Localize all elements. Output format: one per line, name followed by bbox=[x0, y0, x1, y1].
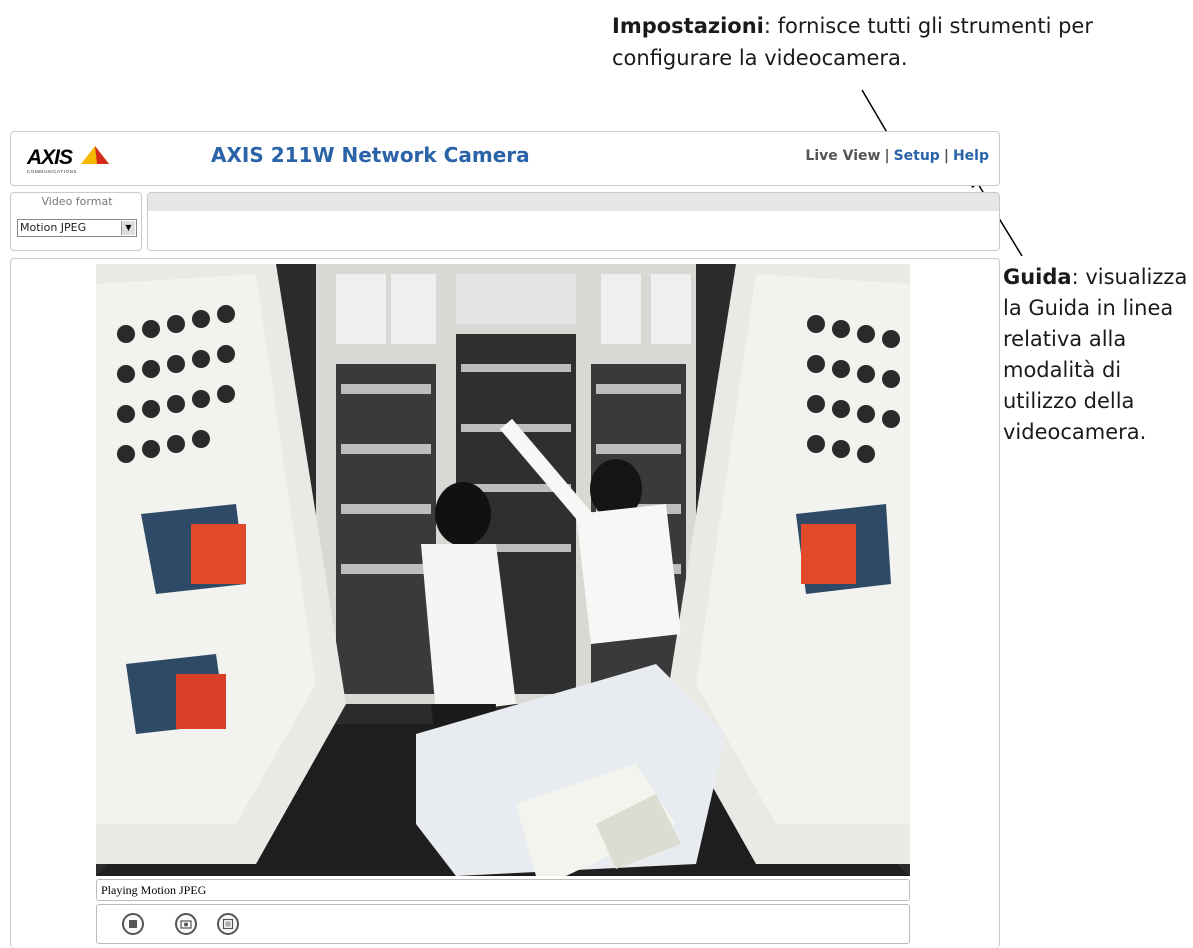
header-bar: AXIS COMMUNICATIONS AXIS 211W Network Ca… bbox=[10, 131, 1000, 186]
nav-separator: | bbox=[884, 148, 890, 164]
snapshot-icon[interactable] bbox=[175, 913, 197, 935]
video-format-label: Video format bbox=[41, 195, 113, 208]
logo-wordmark: AXIS bbox=[26, 146, 73, 169]
live-video-image bbox=[96, 264, 910, 876]
nav-setup-link[interactable]: Setup bbox=[894, 148, 940, 164]
player-status-bar: Playing Motion JPEG bbox=[96, 879, 910, 901]
nav-separator: | bbox=[943, 148, 949, 164]
video-format-value: Motion JPEG bbox=[20, 221, 87, 234]
video-format-panel: Video format Motion JPEG ▼ bbox=[10, 192, 142, 251]
top-nav: Live View | Setup | Help bbox=[805, 148, 989, 164]
logo-subtext: COMMUNICATIONS bbox=[27, 169, 77, 174]
player-controls bbox=[96, 904, 910, 944]
nav-help-link[interactable]: Help bbox=[953, 148, 989, 164]
stop-icon[interactable] bbox=[122, 913, 144, 935]
nav-live-view[interactable]: Live View bbox=[805, 148, 880, 164]
dropdown-arrow-icon[interactable]: ▼ bbox=[121, 221, 135, 235]
toolbar-panel bbox=[147, 192, 1000, 251]
page-title: AXIS 211W Network Camera bbox=[211, 143, 530, 167]
video-format-select[interactable]: Motion JPEG ▼ bbox=[17, 219, 137, 237]
axis-logo: AXIS COMMUNICATIONS bbox=[25, 142, 115, 178]
fullscreen-icon[interactable] bbox=[217, 913, 239, 935]
toolbar-panel-header bbox=[148, 193, 999, 211]
